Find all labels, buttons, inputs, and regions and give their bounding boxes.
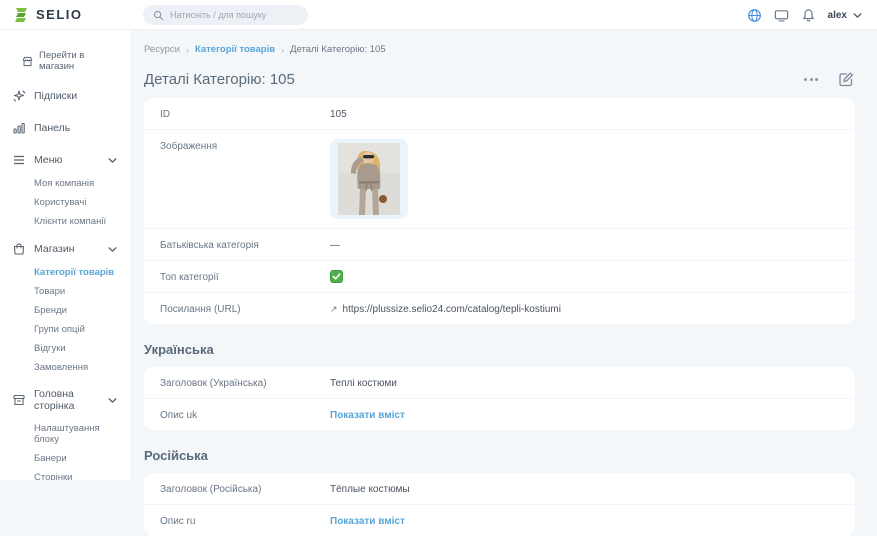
category-photo: [338, 143, 400, 215]
menu-icon: [12, 153, 26, 167]
sidebar-item-label: Меню: [34, 154, 99, 166]
sidebar-item-users[interactable]: Користувачі: [0, 193, 130, 212]
field-label: Заголовок (Російська): [160, 482, 330, 495]
selio-logo-icon: [14, 7, 30, 23]
field-label: Посилання (URL): [160, 302, 330, 315]
detail-row-image: Зображення: [144, 130, 855, 229]
search-input[interactable]: [170, 10, 290, 20]
breadcrumb-current: Деталі Категорію: 105: [290, 44, 386, 55]
detail-row-url: Посилання (URL) ↗ https://plussize.selio…: [144, 293, 855, 324]
chevron-down-icon: [107, 244, 118, 255]
field-label: Зображення: [160, 139, 330, 219]
sidebar-item-label: Магазин: [34, 243, 99, 255]
sidebar-item-go-to-store[interactable]: Перейти в магазин: [0, 44, 130, 78]
page-title: Деталі Категорію: 105: [144, 71, 800, 88]
details-card: ID 105 Зображення: [144, 98, 855, 324]
detail-row-parent-category: Батьківська категорія —: [144, 229, 855, 261]
sidebar-item-menu[interactable]: Меню: [0, 146, 130, 174]
sidebar-item-store[interactable]: Магазин: [0, 235, 130, 263]
field-value: Тёплые костюмы: [330, 482, 410, 495]
sidebar-item-banners[interactable]: Банери: [0, 449, 130, 468]
logo-text: SELIO: [36, 7, 83, 22]
detail-row-title-uk: Заголовок (Українська) Теплі костюми: [144, 367, 855, 399]
archive-icon: [12, 393, 26, 407]
top-header: SELIO alex: [0, 0, 877, 30]
detail-row-id: ID 105: [144, 98, 855, 130]
sidebar-item-pages[interactable]: Сторінки: [0, 468, 130, 480]
show-content-link[interactable]: Показати вміст: [330, 514, 405, 527]
section-title-russian: Російська: [144, 448, 855, 463]
sidebar-item-brands[interactable]: Бренди: [0, 301, 130, 320]
ukrainian-card: Заголовок (Українська) Теплі костюми Опи…: [144, 367, 855, 430]
sidebar-item-block-settings[interactable]: Налаштування блоку: [0, 419, 130, 449]
breadcrumb-separator: ›: [186, 45, 189, 55]
sidebar-item-option-groups[interactable]: Групи опцій: [0, 320, 130, 339]
top-category-checkbox[interactable]: [330, 270, 343, 283]
edit-icon[interactable]: [838, 71, 855, 88]
sidebar-item-subscriptions[interactable]: Підписки: [0, 82, 130, 110]
chevron-down-icon: [107, 395, 118, 406]
sidebar-nav: Перейти в магазин Підписки Панель Меню М…: [0, 30, 130, 480]
category-url-link[interactable]: ↗ https://plussize.selio24.com/catalog/t…: [330, 302, 561, 315]
app-logo[interactable]: SELIO: [14, 7, 83, 23]
shopping-bag-icon: [12, 242, 26, 256]
global-search[interactable]: [143, 5, 308, 25]
field-value: Теплі костюми: [330, 376, 397, 389]
storefront-icon: [22, 56, 33, 67]
sidebar-item-dashboard[interactable]: Панель: [0, 114, 130, 142]
check-icon: [332, 272, 341, 281]
detail-row-description-uk: Опис uk Показати вміст: [144, 399, 855, 430]
user-menu[interactable]: alex: [828, 10, 863, 21]
field-label: Опис ru: [160, 514, 330, 527]
sidebar-item-label: Підписки: [34, 90, 120, 102]
field-value: —: [330, 238, 340, 251]
sidebar-item-reviews[interactable]: Відгуки: [0, 339, 130, 358]
sidebar-item-label: Головна сторінка: [34, 388, 99, 412]
globe-icon[interactable]: [747, 8, 762, 23]
category-image-thumbnail[interactable]: [330, 139, 408, 219]
monitor-icon[interactable]: [774, 8, 789, 23]
sparkles-icon: [12, 89, 26, 103]
sidebar-item-company-clients[interactable]: Клієнти компанії: [0, 212, 130, 231]
breadcrumb-resources[interactable]: Ресурси: [144, 44, 180, 55]
external-link-icon: ↗: [330, 304, 338, 315]
sidebar-item-product-categories[interactable]: Категорії товарів: [0, 263, 130, 282]
sidebar-item-label: Перейти в магазин: [39, 50, 120, 72]
sidebar-item-products[interactable]: Товари: [0, 282, 130, 301]
detail-row-top-category: Топ категорії: [144, 261, 855, 293]
sidebar-item-orders[interactable]: Замовлення: [0, 358, 130, 377]
field-label: Топ категорії: [160, 270, 330, 283]
breadcrumb-categories-link[interactable]: Категорії товарів: [195, 44, 275, 55]
sidebar-item-my-company[interactable]: Моя компанія: [0, 174, 130, 193]
field-label: ID: [160, 107, 330, 120]
breadcrumb: Ресурси › Категорії товарів › Деталі Кат…: [144, 44, 855, 55]
field-label: Батьківська категорія: [160, 238, 330, 251]
more-options-button[interactable]: [800, 74, 822, 85]
chevron-down-icon: [852, 10, 863, 21]
user-name: alex: [828, 10, 847, 21]
search-icon: [153, 10, 164, 21]
field-label: Заголовок (Українська): [160, 376, 330, 389]
field-label: Опис uk: [160, 408, 330, 421]
field-value: 105: [330, 107, 347, 120]
sidebar-item-home-page[interactable]: Головна сторінка: [0, 381, 130, 419]
url-text: https://plussize.selio24.com/catalog/tep…: [343, 304, 561, 315]
section-title-ukrainian: Українська: [144, 342, 855, 357]
russian-card: Заголовок (Російська) Тёплые костюмы Опи…: [144, 473, 855, 536]
bar-chart-icon: [12, 121, 26, 135]
detail-row-title-ru: Заголовок (Російська) Тёплые костюмы: [144, 473, 855, 505]
breadcrumb-separator: ›: [281, 45, 284, 55]
show-content-link[interactable]: Показати вміст: [330, 408, 405, 421]
detail-row-description-ru: Опис ru Показати вміст: [144, 505, 855, 536]
main-content: Ресурси › Категорії товарів › Деталі Кат…: [130, 30, 877, 480]
sidebar-item-label: Панель: [34, 122, 120, 134]
chevron-down-icon: [107, 155, 118, 166]
bell-icon[interactable]: [801, 8, 816, 23]
